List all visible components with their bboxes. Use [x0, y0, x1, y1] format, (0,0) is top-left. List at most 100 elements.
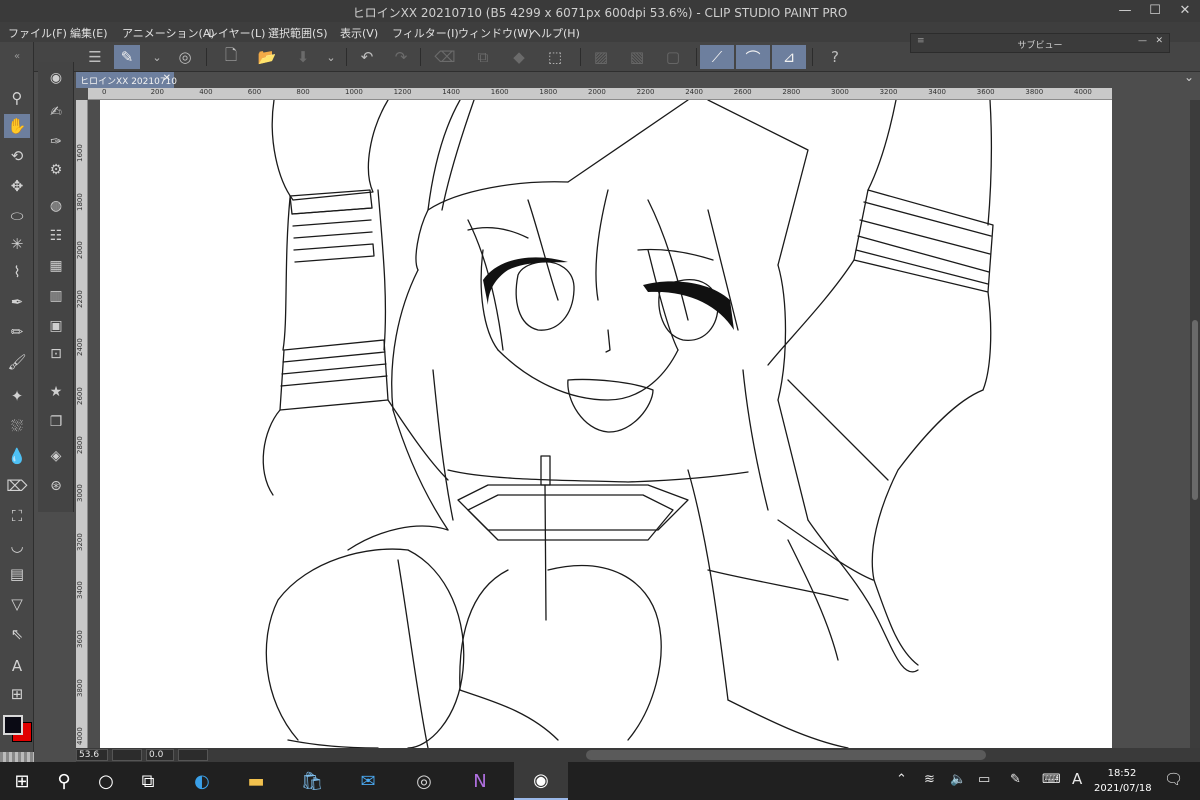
zoom-field[interactable]: 53.6 — [76, 749, 108, 761]
ime-indicator[interactable]: A — [1072, 770, 1082, 788]
subtool-brush-icon[interactable]: ✑ — [44, 130, 68, 154]
pen-tray-icon[interactable]: ✎ — [1010, 772, 1021, 787]
menu-icon[interactable]: ☰ — [82, 45, 108, 69]
eyedropper-icon[interactable]: ⌇ — [4, 260, 30, 284]
asset-icon[interactable]: ◎ — [172, 45, 198, 69]
keyboard-icon[interactable]: ⌨ — [1042, 772, 1061, 787]
clear-icon[interactable]: ⌫ — [432, 45, 458, 69]
menu-layer[interactable]: レイヤー(L) — [207, 25, 265, 41]
frame-icon[interactable]: ⊞ — [4, 682, 30, 706]
magnifier-icon[interactable]: ⚲ — [4, 86, 30, 110]
document-tab[interactable]: ヒロインXX 20210710 ✕ — [76, 72, 177, 88]
menu-selection[interactable]: 選択範囲(S) — [268, 25, 328, 41]
snap-ruler-icon[interactable]: ⟋ — [700, 45, 734, 69]
intermediate-color-icon[interactable]: ▣ — [44, 314, 68, 338]
close-button[interactable]: ✕ — [1172, 2, 1198, 20]
snap-grid-icon[interactable]: ⊿ — [772, 45, 806, 69]
close-panel-icon[interactable]: ✕ — [1155, 36, 1163, 46]
brush-icon[interactable]: 🖌 — [4, 350, 30, 374]
minimize-panel-icon[interactable]: — — [1138, 36, 1147, 46]
save-icon[interactable]: ⬇ — [290, 45, 316, 69]
rotate-icon[interactable]: ⟲ — [4, 144, 30, 168]
canvas-artwork[interactable] — [88, 100, 1190, 748]
horizontal-scrollbar[interactable] — [586, 750, 986, 760]
open-folder-icon[interactable]: 📂 — [254, 45, 280, 69]
eraser-icon[interactable]: ⌦ — [4, 474, 30, 498]
main-color-swatch[interactable] — [3, 715, 23, 735]
menu-file[interactable]: ファイル(F) — [8, 25, 67, 41]
onenote-icon[interactable]: N — [458, 762, 502, 800]
layer-search-icon[interactable]: ⊛ — [44, 474, 68, 498]
chevron-down-icon[interactable]: ⌄ — [144, 45, 170, 69]
file-explorer-icon[interactable]: ▬ — [234, 762, 278, 800]
cortana-icon[interactable]: ○ — [84, 762, 128, 800]
edge-icon[interactable]: ◐ — [180, 762, 224, 800]
notification-icon[interactable]: 🗨 — [1164, 770, 1183, 788]
fill-icon[interactable]: ⛶ — [4, 504, 30, 528]
selection-border-icon[interactable]: ▢ — [660, 45, 686, 69]
hand-icon[interactable]: ✋ — [4, 114, 30, 138]
store-icon[interactable]: 🛍 — [290, 762, 334, 800]
pencil-icon[interactable]: ✏ — [4, 320, 30, 344]
vertical-scrollbar[interactable] — [1190, 100, 1200, 748]
layer-property-icon[interactable]: ☷ — [44, 224, 68, 248]
sparkle-icon[interactable]: ✦ — [4, 384, 30, 408]
copy-icon[interactable]: ⧉ — [470, 45, 496, 69]
maximize-button[interactable]: ☐ — [1142, 2, 1168, 20]
canvas-area[interactable] — [88, 100, 1190, 748]
menu-filter[interactable]: フィルター(I) — [392, 25, 459, 41]
pen-icon[interactable]: ✒ — [4, 290, 30, 314]
blend-icon[interactable]: 💧 — [4, 444, 30, 468]
zoom-slider[interactable] — [112, 749, 142, 761]
approx-color-icon[interactable]: ⊡ — [44, 342, 68, 366]
windows-start-icon[interactable]: ⊞ — [0, 762, 44, 800]
undo-icon[interactable]: ↶ — [354, 45, 380, 69]
layer-icon[interactable]: ◈ — [44, 444, 68, 468]
task-view-icon[interactable]: ⧉ — [126, 762, 170, 800]
chevron-up-icon[interactable]: ⌃ — [896, 772, 907, 787]
selection-icon[interactable]: ⬭ — [4, 204, 30, 228]
correct-line-icon[interactable]: ⇖ — [4, 622, 30, 646]
chevron-down-icon[interactable]: ⌄ — [1184, 70, 1194, 84]
menu-animation[interactable]: アニメーション(A) — [122, 25, 215, 41]
tool-property-icon[interactable]: ⚙ — [44, 158, 68, 182]
mail-icon[interactable]: ✉ — [346, 762, 390, 800]
collapse-icon[interactable]: « — [4, 44, 30, 68]
quick-access-icon[interactable]: ❐ — [44, 410, 68, 434]
text-icon[interactable]: A — [4, 654, 30, 678]
battery-icon[interactable]: ▭ — [978, 772, 990, 787]
close-tab-icon[interactable]: ✕ — [163, 73, 171, 84]
volume-icon[interactable]: 🔈 — [950, 772, 966, 787]
transform-icon[interactable]: ⬚ — [542, 45, 568, 69]
gradient-icon[interactable]: ▤ — [4, 562, 30, 586]
fill-command-icon[interactable]: ◆ — [506, 45, 532, 69]
brush-size-icon[interactable]: ◍ — [44, 194, 68, 218]
color-history-icon[interactable]: ▥ — [44, 284, 68, 308]
clip-studio-icon[interactable]: ✎ — [114, 45, 140, 69]
wifi-icon[interactable]: ≋ — [924, 772, 935, 787]
clip-studio-paint-icon[interactable]: ◉ — [514, 762, 568, 800]
snap-special-ruler-icon[interactable]: ⌒ — [736, 45, 770, 69]
chevron-down-icon[interactable]: ⌄ — [318, 45, 344, 69]
menu-edit[interactable]: 編集(E) — [70, 25, 108, 41]
navigator-icon[interactable]: ◉ — [44, 66, 68, 90]
transparent-color-swatch[interactable] — [0, 752, 34, 762]
subtool-pen-icon[interactable]: ✍ — [44, 100, 68, 124]
clock[interactable]: 18:52 2021/07/18 — [1094, 766, 1152, 796]
move-icon[interactable]: ✥ — [4, 174, 30, 198]
clip-studio-launcher-icon[interactable]: ◎ — [402, 762, 446, 800]
search-icon[interactable]: ⚲ — [42, 762, 86, 800]
rotation-slider[interactable] — [178, 749, 208, 761]
menu-view[interactable]: 表示(V) — [340, 25, 378, 41]
help-icon[interactable]: ? — [822, 45, 848, 69]
invert-selection-icon[interactable]: ▧ — [624, 45, 650, 69]
material-icon[interactable]: ★ — [44, 380, 68, 404]
figure-icon[interactable]: ▽ — [4, 592, 30, 616]
menu-window[interactable]: ウィンドウ(W) — [458, 25, 532, 41]
magic-wand-icon[interactable]: ✳ — [4, 232, 30, 256]
angle-field[interactable]: 0.0 — [146, 749, 174, 761]
minimize-button[interactable]: — — [1112, 2, 1138, 20]
curve-icon[interactable]: ◡ — [4, 534, 30, 558]
deselect-icon[interactable]: ▨ — [588, 45, 614, 69]
airbrush-icon[interactable]: ⛆ — [4, 414, 30, 438]
